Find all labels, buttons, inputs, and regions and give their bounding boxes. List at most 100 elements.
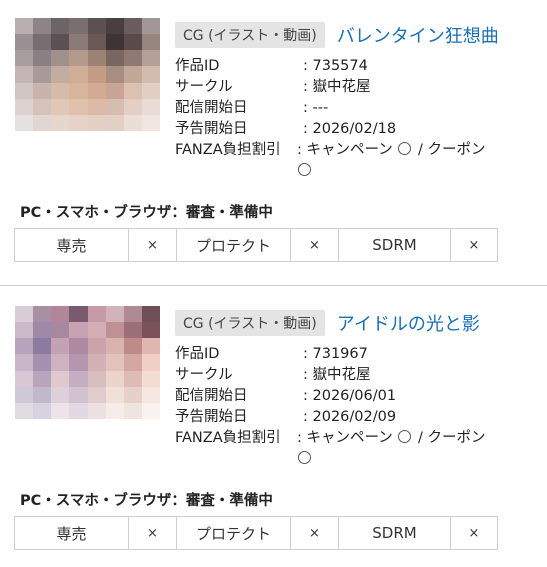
thumbnail-pixel [33, 50, 52, 67]
thumbnail-pixel [87, 50, 106, 67]
thumbnail-pixel [33, 338, 52, 355]
thumbnail-pixel [33, 402, 52, 419]
thumbnail-pixel [141, 338, 160, 355]
coupon-circle-icon [298, 163, 311, 176]
thumbnail-pixel [105, 66, 124, 83]
thumbnail-pixel [87, 322, 106, 339]
coupon-label: クーポン [427, 430, 486, 446]
option-sdrm-mark: × [468, 237, 480, 253]
product-thumbnail[interactable] [15, 306, 160, 419]
thumbnail-pixel [51, 402, 70, 419]
thumbnail-pixel [51, 386, 70, 403]
thumbnail-pixel [51, 322, 70, 339]
thumbnail-pixel [105, 50, 124, 67]
thumbnail-pixel [141, 34, 160, 51]
thumbnail-pixel [51, 338, 70, 355]
field-product-id: 作品ID: 735574 [175, 58, 368, 74]
thumbnail-pixel [123, 82, 142, 99]
thumbnail-pixel [87, 98, 106, 115]
thumbnail-pixel [123, 370, 142, 387]
thumbnail-pixel [105, 306, 124, 323]
thumbnail-pixel [15, 34, 34, 51]
thumbnail-pixel [105, 322, 124, 339]
thumbnail-pixel [105, 338, 124, 355]
option-protect-label: プロテクト [177, 517, 291, 549]
thumbnail-pixel [51, 34, 70, 51]
thumbnail-pixel [141, 114, 160, 131]
category-badge: CG (イラスト・動画) [175, 310, 325, 336]
option-exclusive-mark: × [129, 229, 177, 261]
option-protect-label: プロテクト [177, 229, 291, 261]
thumbnail-pixel [33, 98, 52, 115]
thumbnail-pixel [123, 18, 142, 35]
thumbnail-pixel [15, 402, 34, 419]
field-release-date: 配信開始日: --- [175, 100, 329, 116]
thumbnail-pixel [51, 370, 70, 387]
campaign-circle-icon [398, 142, 412, 155]
thumbnail-pixel [51, 114, 70, 131]
option-sdrm-label: SDRM [339, 229, 451, 261]
product-header: CG (イラスト・動画) バレンタイン狂想曲 [175, 20, 499, 50]
thumbnail-pixel [51, 66, 70, 83]
thumbnail-pixel [105, 354, 124, 371]
thumbnail-pixel [123, 98, 142, 115]
thumbnail-pixel [15, 338, 34, 355]
thumbnail-pixel [33, 66, 52, 83]
thumbnail-pixel [123, 354, 142, 371]
separator: / [418, 142, 423, 158]
thumbnail-pixel [15, 322, 34, 339]
thumbnail-pixel [123, 386, 142, 403]
thumbnail-pixel [15, 98, 34, 115]
campaign-label: : キャンペーン [297, 142, 393, 158]
field-release-date: 配信開始日: 2026/06/01 [175, 388, 397, 404]
product-title-link[interactable]: アイドルの光と影 [337, 310, 480, 336]
card-divider [0, 285, 547, 286]
separator: / [418, 430, 423, 446]
option-protect-mark: × [291, 229, 339, 261]
thumbnail-pixel [87, 338, 106, 355]
thumbnail-pixel [105, 34, 124, 51]
thumbnail-pixel [69, 386, 88, 403]
device-status: PC・スマホ・ブラウザ：審査・準備中 [20, 205, 273, 221]
thumbnail-pixel [51, 18, 70, 35]
thumbnail-pixel [69, 370, 88, 387]
thumbnail-pixel [33, 370, 52, 387]
thumbnail-pixel [15, 50, 34, 67]
product-thumbnail[interactable] [15, 18, 160, 131]
thumbnail-pixel [105, 370, 124, 387]
device-status: PC・スマホ・ブラウザ：審査・準備中 [20, 493, 273, 509]
option-exclusive-label: 専売 [15, 517, 129, 549]
thumbnail-pixel [69, 34, 88, 51]
product-info: 作品ID: 735574 サークル: 嶽中花屋 配信開始日: --- 予告開始日… [175, 56, 486, 182]
thumbnail-pixel [105, 386, 124, 403]
thumbnail-pixel [141, 402, 160, 419]
product-title-link[interactable]: バレンタイン狂想曲 [337, 22, 499, 48]
thumbnail-pixel [69, 18, 88, 35]
thumbnail-pixel [69, 82, 88, 99]
options-table: 専売 × プロテクト × SDRM × [14, 228, 498, 262]
option-sdrm-label: SDRM [339, 517, 451, 549]
thumbnail-pixel [141, 386, 160, 403]
thumbnail-pixel [141, 82, 160, 99]
thumbnail-pixel [33, 386, 52, 403]
field-product-id: 作品ID: 731967 [175, 346, 368, 362]
option-exclusive-label: 専売 [15, 229, 129, 261]
thumbnail-pixel [15, 66, 34, 83]
thumbnail-pixel [141, 370, 160, 387]
thumbnail-pixel [15, 386, 34, 403]
thumbnail-pixel [15, 18, 34, 35]
field-preview-date: 予告開始日: 2026/02/18 [175, 121, 397, 137]
thumbnail-pixel [87, 370, 106, 387]
thumbnail-pixel [123, 114, 142, 131]
thumbnail-pixel [141, 66, 160, 83]
thumbnail-pixel [123, 306, 142, 323]
thumbnail-pixel [15, 306, 34, 323]
thumbnail-pixel [87, 66, 106, 83]
thumbnail-pixel [15, 114, 34, 131]
option-protect-mark: × [291, 517, 339, 549]
thumbnail-pixel [123, 50, 142, 67]
campaign-label: : キャンペーン [297, 430, 393, 446]
thumbnail-pixel [105, 402, 124, 419]
thumbnail-pixel [69, 66, 88, 83]
thumbnail-pixel [87, 354, 106, 371]
